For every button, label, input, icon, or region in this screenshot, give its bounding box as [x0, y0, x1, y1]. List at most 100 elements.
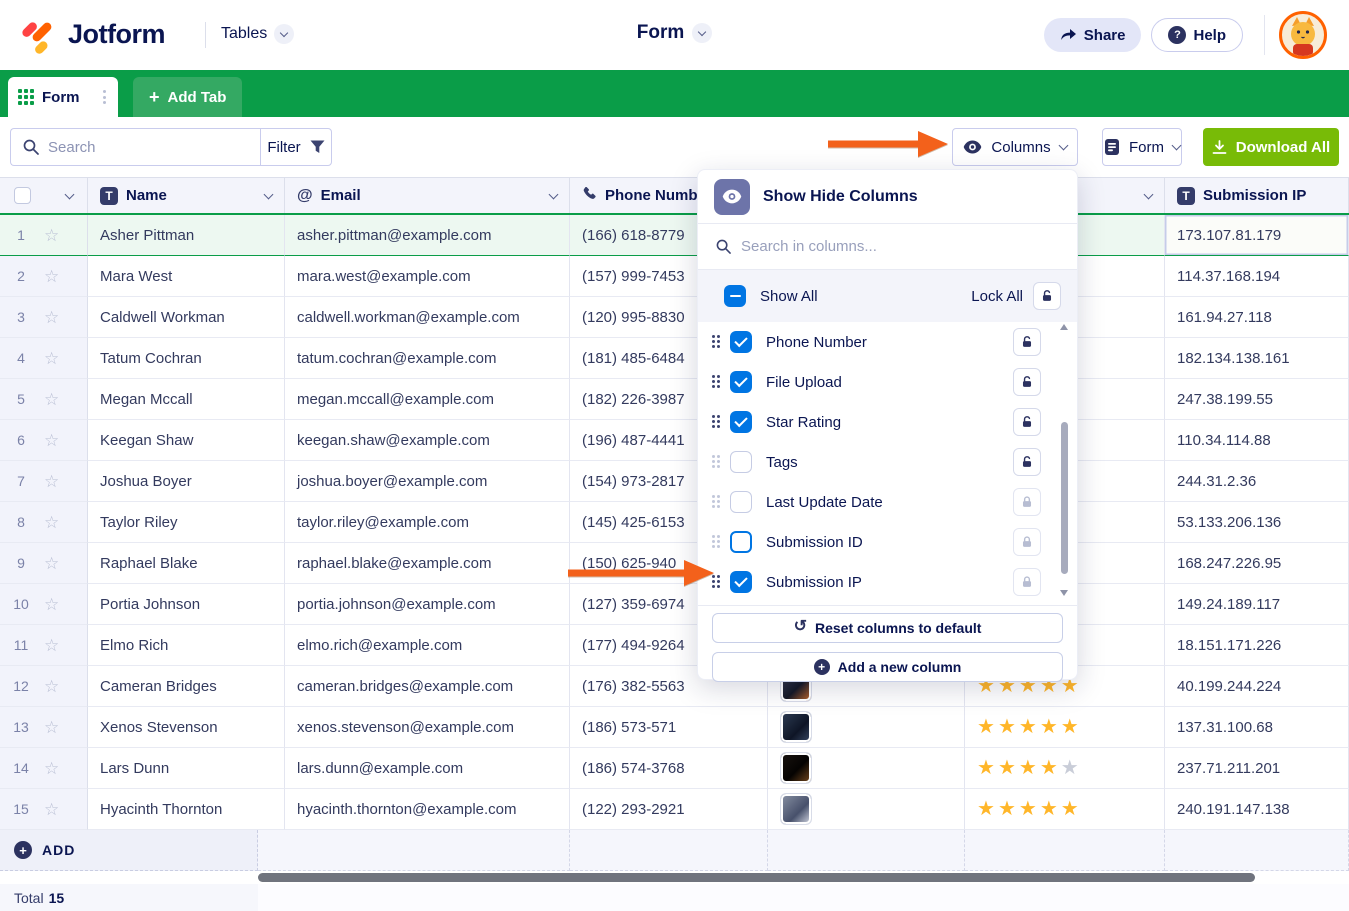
columns-search-input[interactable] [741, 238, 1021, 255]
row-header-cell[interactable]: 9 ☆ [0, 543, 88, 584]
star-icon[interactable]: ★ [977, 717, 996, 737]
lock-all-button[interactable] [1033, 282, 1061, 310]
name-cell[interactable]: Asher Pittman [88, 215, 285, 256]
help-button[interactable]: ? Help [1151, 18, 1243, 52]
lock-column-button[interactable] [1013, 368, 1041, 396]
star-icon[interactable]: ★ [1019, 758, 1038, 778]
columns-button[interactable]: Columns [952, 128, 1078, 166]
avatar[interactable] [1279, 11, 1327, 59]
drag-handle-icon[interactable] [712, 335, 721, 349]
favorite-star-icon[interactable]: ☆ [44, 637, 59, 654]
star-icon[interactable]: ★ [977, 799, 996, 819]
favorite-star-icon[interactable]: ☆ [44, 596, 59, 613]
name-cell[interactable]: Lars Dunn [88, 748, 285, 789]
star-icon[interactable]: ★ [1040, 758, 1059, 778]
phone-cell[interactable]: (122) 293-2921 [570, 789, 768, 830]
tab-options-icon[interactable] [101, 88, 108, 106]
email-cell[interactable]: portia.johnson@example.com [285, 584, 570, 625]
show-all-checkbox[interactable] [724, 285, 746, 307]
name-cell[interactable]: Cameran Bridges [88, 666, 285, 707]
chevron-down-icon[interactable] [548, 189, 559, 199]
email-cell[interactable]: joshua.boyer@example.com [285, 461, 570, 502]
favorite-star-icon[interactable]: ☆ [44, 350, 59, 367]
drag-handle-icon[interactable] [712, 415, 721, 429]
scroll-up-icon[interactable] [1060, 324, 1068, 330]
submission-ip-cell[interactable]: 40.199.244.224 [1165, 666, 1349, 707]
submission-ip-cell[interactable]: 168.247.226.95 [1165, 543, 1349, 584]
tab-form[interactable]: Form [8, 77, 118, 117]
submission-ip-cell[interactable]: 173.107.81.179 [1165, 215, 1349, 256]
file-thumbnail[interactable] [780, 752, 812, 784]
name-cell[interactable]: Joshua Boyer [88, 461, 285, 502]
email-cell[interactable]: mara.west@example.com [285, 256, 570, 297]
submission-ip-cell[interactable]: 114.37.168.194 [1165, 256, 1349, 297]
row-header-cell[interactable]: 10 ☆ [0, 584, 88, 625]
row-header-cell[interactable]: 3 ☆ [0, 297, 88, 338]
favorite-star-icon[interactable]: ☆ [44, 227, 59, 244]
email-cell[interactable]: raphael.blake@example.com [285, 543, 570, 584]
column-checkbox[interactable] [730, 371, 752, 393]
column-checkbox[interactable] [730, 491, 752, 513]
name-cell[interactable]: Elmo Rich [88, 625, 285, 666]
row-header-cell[interactable]: 7 ☆ [0, 461, 88, 502]
column-header-email[interactable]: @ Email [285, 178, 570, 213]
column-checkbox[interactable] [730, 411, 752, 433]
favorite-star-icon[interactable]: ☆ [44, 555, 59, 572]
star-icon[interactable]: ★ [998, 717, 1017, 737]
column-header-submission-ip[interactable]: T Submission IP [1165, 178, 1349, 213]
name-cell[interactable]: Xenos Stevenson [88, 707, 285, 748]
submission-ip-cell[interactable]: 110.34.114.88 [1165, 420, 1349, 461]
column-checkbox[interactable] [730, 451, 752, 473]
star-icon[interactable]: ★ [1061, 758, 1080, 778]
lock-column-button[interactable] [1013, 488, 1041, 516]
chevron-down-icon[interactable] [263, 189, 274, 199]
share-button[interactable]: Share [1043, 18, 1142, 52]
row-header-cell[interactable]: 15 ☆ [0, 789, 88, 830]
star-icon[interactable]: ★ [1040, 717, 1059, 737]
star-icon[interactable]: ★ [1061, 717, 1080, 737]
filter-button[interactable]: Filter [260, 128, 332, 166]
star-icon[interactable]: ★ [998, 758, 1017, 778]
favorite-star-icon[interactable]: ☆ [44, 801, 59, 818]
column-header-name[interactable]: T Name [88, 178, 285, 213]
star-rating-cell[interactable]: ★★★★★ [965, 748, 1165, 789]
lock-column-button[interactable] [1013, 408, 1041, 436]
row-header-cell[interactable]: 12 ☆ [0, 666, 88, 707]
favorite-star-icon[interactable]: ☆ [44, 473, 59, 490]
file-upload-cell[interactable] [768, 789, 965, 830]
search-input[interactable] [48, 138, 228, 156]
panel-scrollbar-thumb[interactable] [1060, 422, 1068, 574]
drag-handle-icon[interactable] [712, 495, 721, 509]
lock-column-button[interactable] [1013, 528, 1041, 556]
submission-ip-cell[interactable]: 237.71.211.201 [1165, 748, 1349, 789]
email-cell[interactable]: keegan.shaw@example.com [285, 420, 570, 461]
submission-ip-cell[interactable]: 149.24.189.117 [1165, 584, 1349, 625]
favorite-star-icon[interactable]: ☆ [44, 719, 59, 736]
column-checkbox[interactable] [730, 571, 752, 593]
select-all-checkbox[interactable] [14, 187, 31, 204]
row-header-cell[interactable]: 11 ☆ [0, 625, 88, 666]
file-upload-cell[interactable] [768, 748, 965, 789]
email-cell[interactable]: lars.dunn@example.com [285, 748, 570, 789]
file-thumbnail[interactable] [780, 793, 812, 825]
star-rating-cell[interactable]: ★★★★★ [965, 789, 1165, 830]
favorite-star-icon[interactable]: ☆ [44, 432, 59, 449]
star-icon[interactable]: ★ [998, 799, 1017, 819]
email-cell[interactable]: cameran.bridges@example.com [285, 666, 570, 707]
favorite-star-icon[interactable]: ☆ [44, 309, 59, 326]
lock-column-button[interactable] [1013, 568, 1041, 596]
name-cell[interactable]: Megan Mccall [88, 379, 285, 420]
phone-cell[interactable]: (186) 573-571 [570, 707, 768, 748]
email-cell[interactable]: asher.pittman@example.com [285, 215, 570, 256]
submission-ip-cell[interactable]: 53.133.206.136 [1165, 502, 1349, 543]
drag-handle-icon[interactable] [712, 455, 721, 469]
column-checkbox[interactable] [730, 531, 752, 553]
email-cell[interactable]: hyacinth.thornton@example.com [285, 789, 570, 830]
name-cell[interactable]: Mara West [88, 256, 285, 297]
row-header-cell[interactable]: 14 ☆ [0, 748, 88, 789]
column-checkbox[interactable] [730, 331, 752, 353]
email-cell[interactable]: elmo.rich@example.com [285, 625, 570, 666]
name-cell[interactable]: Caldwell Workman [88, 297, 285, 338]
row-header-cell[interactable]: 6 ☆ [0, 420, 88, 461]
name-cell[interactable]: Tatum Cochran [88, 338, 285, 379]
